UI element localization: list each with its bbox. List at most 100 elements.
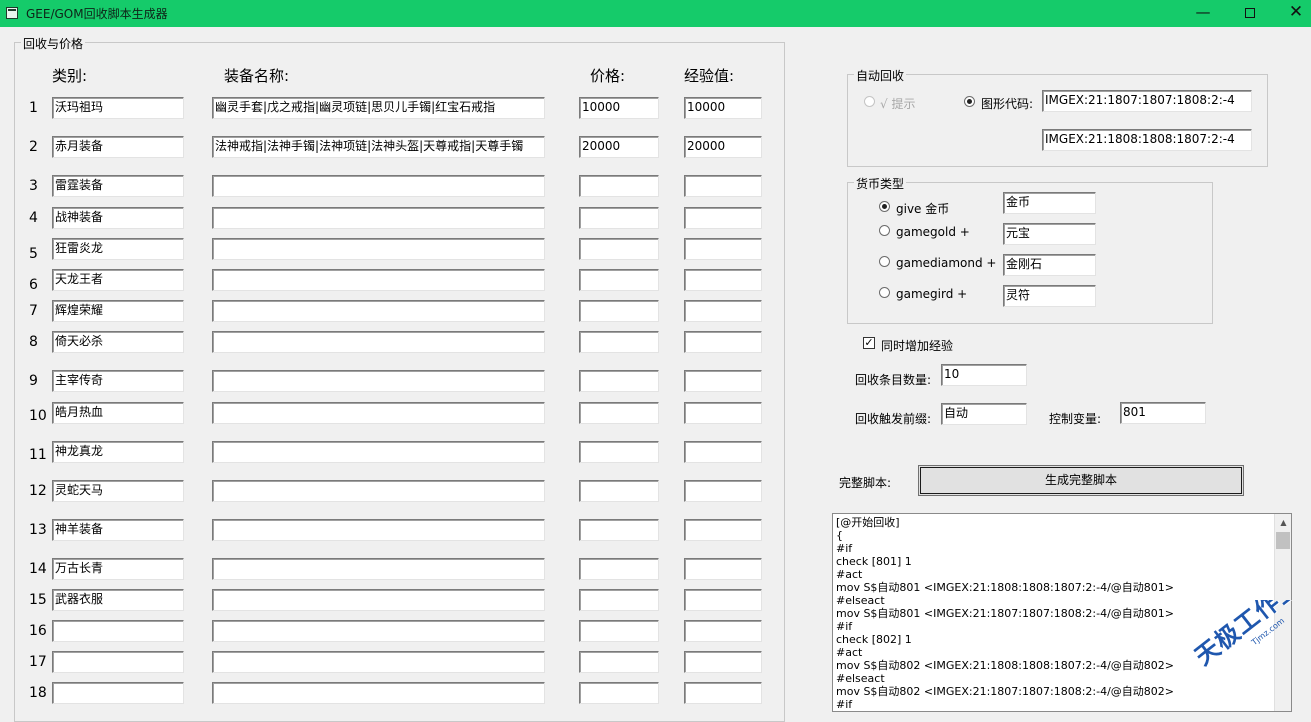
prefix-input[interactable]: 自动 — [941, 403, 1027, 425]
exp-input[interactable]: 20000 — [684, 136, 762, 158]
image-code-2-input[interactable]: IMGEX:21:1808:1808:1807:2:-4 — [1042, 129, 1252, 151]
category-input[interactable]: 赤月装备 — [52, 136, 184, 158]
exp-input[interactable] — [684, 238, 762, 260]
exp-input[interactable] — [684, 682, 762, 704]
hint-radio[interactable] — [864, 96, 875, 107]
control-var-input[interactable]: 801 — [1120, 402, 1206, 424]
image-code-1-input[interactable]: IMGEX:21:1807:1807:1808:2:-4 — [1042, 90, 1252, 112]
price-input[interactable] — [579, 682, 659, 704]
price-input[interactable] — [579, 558, 659, 580]
exp-input[interactable] — [684, 269, 762, 291]
exp-input[interactable]: 10000 — [684, 97, 762, 119]
equipment-name-input[interactable] — [212, 331, 545, 353]
price-input[interactable] — [579, 441, 659, 463]
equipment-name-input[interactable] — [212, 519, 545, 541]
equipment-name-input[interactable] — [212, 175, 545, 197]
currency-radio[interactable] — [879, 287, 890, 298]
category-input[interactable]: 战神装备 — [52, 207, 184, 229]
currency-radio[interactable] — [879, 201, 890, 212]
category-input[interactable] — [52, 651, 184, 673]
price-input[interactable] — [579, 300, 659, 322]
exp-input[interactable] — [684, 300, 762, 322]
currency-radio[interactable] — [879, 225, 890, 236]
currency-radio[interactable] — [879, 256, 890, 267]
equipment-name-input[interactable]: 法神戒指|法神手镯|法神项链|法神头盔|天尊戒指|天尊手镯 — [212, 136, 545, 158]
category-input[interactable]: 神羊装备 — [52, 519, 184, 541]
exp-input[interactable] — [684, 402, 762, 424]
image-code-radio[interactable] — [964, 96, 975, 107]
exp-input[interactable] — [684, 589, 762, 611]
currency-name-input[interactable]: 金币 — [1003, 192, 1096, 214]
price-input[interactable] — [579, 269, 659, 291]
maximize-button[interactable] — [1227, 0, 1273, 27]
minimize-button[interactable]: — — [1180, 0, 1226, 27]
count-input[interactable]: 10 — [941, 364, 1027, 386]
price-input[interactable] — [579, 331, 659, 353]
equipment-name-input[interactable]: 幽灵手套|戊之戒指|幽灵项链|思贝儿手镯|红宝石戒指 — [212, 97, 545, 119]
exp-input[interactable] — [684, 519, 762, 541]
price-input[interactable] — [579, 519, 659, 541]
hint-label: √ 提示 — [880, 97, 916, 111]
category-input[interactable]: 万古长青 — [52, 558, 184, 580]
exp-input[interactable] — [684, 558, 762, 580]
price-input[interactable] — [579, 620, 659, 642]
price-input[interactable] — [579, 480, 659, 502]
price-input[interactable] — [579, 238, 659, 260]
equipment-name-input[interactable] — [212, 269, 545, 291]
category-input[interactable]: 灵蛇天马 — [52, 480, 184, 502]
category-input[interactable]: 皓月热血 — [52, 402, 184, 424]
equipment-name-input[interactable] — [212, 589, 545, 611]
category-input[interactable]: 沃玛祖玛 — [52, 97, 184, 119]
category-input[interactable] — [52, 682, 184, 704]
equipment-name-input[interactable] — [212, 480, 545, 502]
price-input[interactable] — [579, 589, 659, 611]
add-exp-checkbox[interactable]: ✓ — [863, 337, 875, 349]
price-input[interactable] — [579, 370, 659, 392]
price-input[interactable] — [579, 207, 659, 229]
currency-name-input[interactable]: 金刚石 — [1003, 254, 1096, 276]
row-number: 14 — [29, 561, 47, 577]
category-input[interactable]: 神龙真龙 — [52, 441, 184, 463]
category-input[interactable]: 辉煌荣耀 — [52, 300, 184, 322]
exp-input[interactable] — [684, 480, 762, 502]
equipment-name-input[interactable] — [212, 682, 545, 704]
close-button[interactable]: ✕ — [1273, 0, 1311, 27]
category-input[interactable]: 主宰传奇 — [52, 370, 184, 392]
equipment-name-input[interactable] — [212, 620, 545, 642]
category-input[interactable]: 天龙王者 — [52, 269, 184, 291]
exp-input[interactable] — [684, 207, 762, 229]
equipment-name-input[interactable] — [212, 441, 545, 463]
price-input[interactable] — [579, 402, 659, 424]
price-input[interactable] — [579, 175, 659, 197]
price-input[interactable]: 20000 — [579, 136, 659, 158]
equipment-name-input[interactable] — [212, 651, 545, 673]
equipment-name-input[interactable] — [212, 300, 545, 322]
exp-input[interactable] — [684, 651, 762, 673]
exp-input[interactable] — [684, 331, 762, 353]
exp-input[interactable] — [684, 620, 762, 642]
window-title: GEE/GOM回收脚本生成器 — [26, 7, 168, 21]
category-input[interactable]: 雷霆装备 — [52, 175, 184, 197]
equipment-name-input[interactable] — [212, 370, 545, 392]
scroll-thumb[interactable] — [1276, 532, 1290, 549]
category-input[interactable]: 狂雷炎龙 — [52, 238, 184, 260]
generate-script-button[interactable]: 生成完整脚本 — [918, 465, 1244, 496]
recycle-price-legend: 回收与价格 — [21, 35, 86, 52]
category-input[interactable]: 倚天必杀 — [52, 331, 184, 353]
equipment-name-input[interactable] — [212, 558, 545, 580]
watermark-logo: 天极工作室 Tjmz.com — [1180, 600, 1310, 710]
scroll-up-icon[interactable]: ▲ — [1275, 514, 1291, 531]
category-input[interactable]: 武器衣服 — [52, 589, 184, 611]
category-input[interactable] — [52, 620, 184, 642]
currency-name-input[interactable]: 灵符 — [1003, 285, 1096, 307]
price-input[interactable]: 10000 — [579, 97, 659, 119]
currency-name-input[interactable]: 元宝 — [1003, 223, 1096, 245]
equipment-name-input[interactable] — [212, 402, 545, 424]
exp-input[interactable] — [684, 175, 762, 197]
exp-input[interactable] — [684, 441, 762, 463]
equipment-name-input[interactable] — [212, 207, 545, 229]
exp-input[interactable] — [684, 370, 762, 392]
equipment-name-input[interactable] — [212, 238, 545, 260]
row-number: 16 — [29, 623, 47, 639]
price-input[interactable] — [579, 651, 659, 673]
